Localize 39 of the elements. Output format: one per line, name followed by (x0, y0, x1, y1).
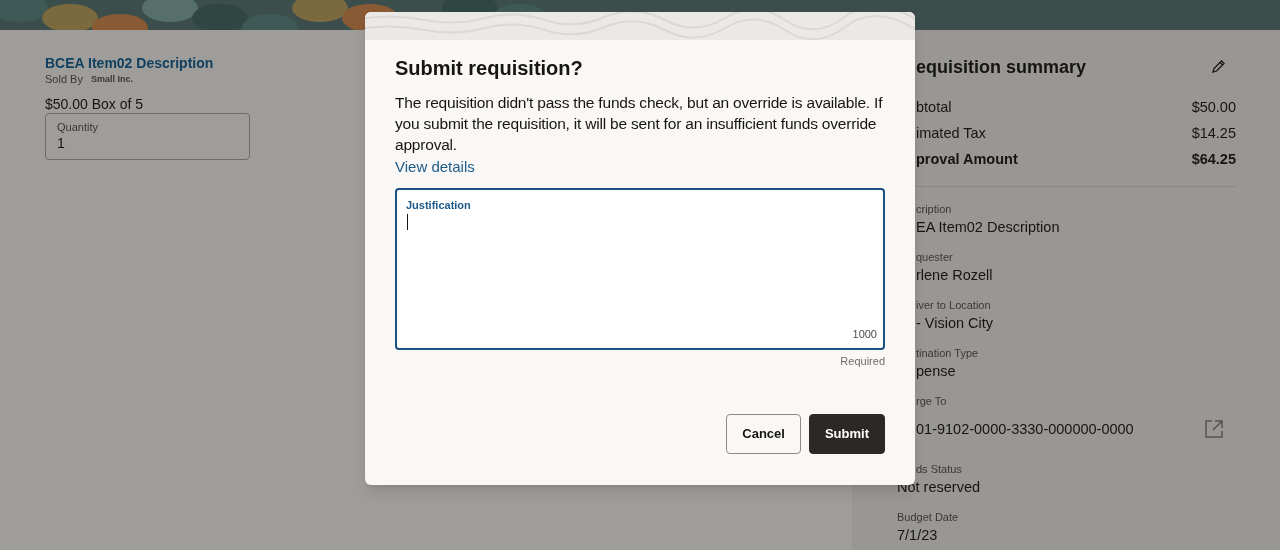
supplier-name: Small Inc. (90, 73, 133, 86)
sold-by-label: Sold By (45, 72, 83, 86)
item-title-link[interactable]: BCEA Item02 Description (45, 54, 214, 72)
field-value: pense (916, 362, 956, 381)
field-label: ds Status (916, 462, 962, 477)
edit-icon[interactable] (1210, 59, 1226, 75)
field-value: 1 (57, 134, 66, 152)
field-label: Budget Date (897, 510, 959, 525)
dialog-title: Submit requisition? (395, 56, 584, 81)
total-label: btotal (916, 98, 952, 118)
field-label: Justification (406, 198, 471, 213)
field-value: 7/1/23 (897, 526, 938, 545)
field-label: rge To (916, 394, 947, 409)
submit-button[interactable]: Submit (808, 414, 885, 454)
field-label: Quantity (57, 121, 99, 134)
quantity-field[interactable]: Quantity 1 (45, 113, 250, 160)
text-cursor (407, 214, 408, 230)
field-value: EA Item02 Description (916, 218, 1060, 237)
external-link-icon[interactable] (1204, 419, 1224, 439)
field-label: tination Type (916, 346, 979, 361)
field-value: rlene Rozell (916, 266, 993, 285)
cancel-button[interactable]: Cancel (726, 414, 801, 454)
total-value: $64.25 (1191, 150, 1236, 170)
item-price: $50.00 Box of 5 (45, 96, 144, 113)
field-label: iver to Location (916, 298, 991, 313)
total-value: $14.25 (1191, 124, 1236, 144)
field-label: quester (916, 250, 953, 265)
view-details-link[interactable]: View details (395, 156, 475, 177)
field-value: - Vision City (916, 314, 994, 333)
summary-title: equisition summary (916, 56, 1087, 78)
justification-field[interactable]: Justification 1000 (395, 188, 885, 350)
field-label: cription (916, 202, 952, 217)
total-label: imated Tax (916, 124, 986, 144)
total-value: $50.00 (1191, 98, 1236, 118)
required-hint: Required (840, 354, 885, 369)
field-value: 01-9102-0000-3330-000000-0000 (916, 420, 1134, 439)
total-label: proval Amount (916, 150, 1018, 170)
dialog-message: The requisition didn't pass the funds check, but an override is available. If you submit the requisition, it will be sent for an insufficient funds override approval. (395, 93, 884, 155)
character-counter: 1000 (852, 326, 877, 342)
